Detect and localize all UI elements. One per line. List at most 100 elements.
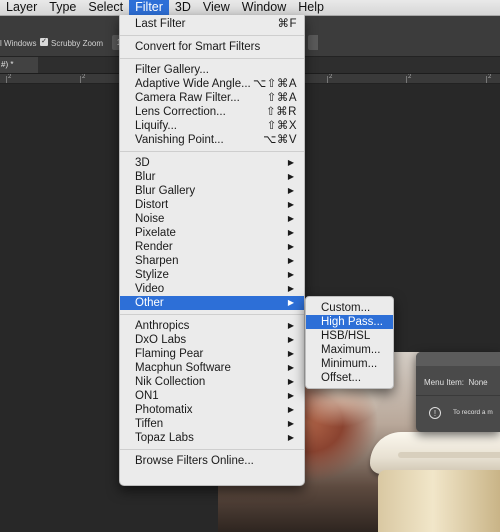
menu-item-render[interactable]: Render ▶	[120, 240, 304, 254]
menu-select[interactable]: Select	[82, 0, 129, 15]
submenu-item-maximum[interactable]: Maximum...	[306, 343, 393, 357]
menu-item-3d[interactable]: 3D ▶	[120, 156, 304, 170]
fit-screen-button[interactable]	[308, 35, 318, 50]
menu-item-label: Distort	[135, 199, 169, 211]
menu-help[interactable]: Help	[292, 0, 330, 15]
submenu-item-label: Offset...	[321, 372, 362, 384]
resize-windows-label: l Windows	[0, 39, 37, 48]
menu-item-pixelate[interactable]: Pixelate ▶	[120, 226, 304, 240]
menu-filter[interactable]: Filter	[129, 0, 169, 15]
menu-item-label: Noise	[135, 213, 165, 225]
menu-item-label: Pixelate	[135, 227, 176, 239]
menu-item-label: Vanishing Point...	[135, 134, 224, 146]
menu-item-label: Blur Gallery	[135, 185, 196, 197]
menu-item-label: Lens Correction...	[135, 106, 226, 118]
ruler-label: 2	[8, 74, 12, 80]
menu-item-noise[interactable]: Noise ▶	[120, 212, 304, 226]
filter-menu: Last Filter ⌘F Convert for Smart Filters Fi…	[119, 15, 305, 486]
submenu-item-high-pass[interactable]: High Pass...	[306, 315, 393, 329]
menu-item-distort[interactable]: Distort ▶	[120, 198, 304, 212]
submenu-item-minimum[interactable]: Minimum...	[306, 357, 393, 371]
menu-type[interactable]: Type	[43, 0, 82, 15]
dialog-info-text: To record a m	[453, 409, 493, 416]
menu-item-filter-gallery[interactable]: Filter Gallery...	[120, 63, 304, 77]
menu-separator	[120, 35, 304, 36]
menu-bar: Layer Type Select Filter 3D View Window …	[0, 0, 500, 16]
menu-item-convert-for-smart-filters[interactable]: Convert for Smart Filters	[120, 40, 304, 54]
menu-item-label: Macphun Software	[135, 362, 231, 374]
menu-separator	[120, 449, 304, 450]
menu-view[interactable]: View	[197, 0, 236, 15]
menu-separator	[120, 314, 304, 315]
submenu-arrow-icon: ▶	[287, 214, 294, 223]
menu-item-macphun-software[interactable]: Macphun Software ▶	[120, 361, 304, 375]
menu-item-video[interactable]: Video ▶	[120, 282, 304, 296]
menu-item-label: Nik Collection	[135, 376, 206, 388]
menu-separator	[120, 58, 304, 59]
menu-item-label: Last Filter	[135, 18, 186, 30]
submenu-item-label: HSB/HSL	[321, 330, 371, 342]
dialog-title-bar[interactable]	[416, 352, 500, 366]
menu-item-label: Tiffen	[135, 418, 164, 430]
other-submenu: Custom... High Pass... HSB/HSL Maximum... Mi…	[305, 296, 394, 389]
dialog-divider	[416, 395, 500, 396]
menu-item-label: Liquify...	[135, 120, 177, 132]
menu-item-flaming-pear[interactable]: Flaming Pear ▶	[120, 347, 304, 361]
menu-item-nik-collection[interactable]: Nik Collection ▶	[120, 375, 304, 389]
submenu-arrow-icon: ▶	[287, 391, 294, 400]
submenu-arrow-icon: ▶	[287, 158, 294, 167]
menu-item-label: Video	[135, 283, 165, 295]
menu-item-dxo-labs[interactable]: DxO Labs ▶	[120, 333, 304, 347]
menu-item-last-filter[interactable]: Last Filter ⌘F	[120, 17, 304, 31]
submenu-item-hsb-hsl[interactable]: HSB/HSL	[306, 329, 393, 343]
menu-item-liquify[interactable]: Liquify... ⇧⌘X	[120, 119, 304, 133]
menu-item-photomatix[interactable]: Photomatix ▶	[120, 403, 304, 417]
menu-item-label: 3D	[135, 157, 150, 169]
menu-item-camera-raw-filter[interactable]: Camera Raw Filter... ⇧⌘A	[120, 91, 304, 105]
menu-item-anthropics[interactable]: Anthropics ▶	[120, 319, 304, 333]
menu-item-browse-filters-online[interactable]: Browse Filters Online...	[120, 454, 304, 468]
menu-item-label: Camera Raw Filter...	[135, 92, 240, 104]
menu-item-label: Flaming Pear	[135, 348, 204, 360]
submenu-arrow-icon: ▶	[287, 186, 294, 195]
menu-item-shortcut: ⇧⌘R	[266, 106, 297, 118]
menu-item-lens-correction[interactable]: Lens Correction... ⇧⌘R	[120, 105, 304, 119]
menu-item-label: Photomatix	[135, 404, 193, 416]
menu-item-stylize[interactable]: Stylize ▶	[120, 268, 304, 282]
menu-item-label: Adaptive Wide Angle...	[135, 78, 251, 90]
menu-3d[interactable]: 3D	[169, 0, 197, 15]
menu-item-vanishing-point[interactable]: Vanishing Point... ⌥⌘V	[120, 133, 304, 147]
submenu-item-custom[interactable]: Custom...	[306, 301, 393, 315]
menu-item-blur-gallery[interactable]: Blur Gallery ▶	[120, 184, 304, 198]
menu-item-label: Blur	[135, 171, 156, 183]
menu-item-shortcut: ⌘F	[277, 18, 297, 30]
menu-item-label: ON1	[135, 390, 159, 402]
menu-item-topaz-labs[interactable]: Topaz Labs ▶	[120, 431, 304, 445]
menu-item-label: DxO Labs	[135, 334, 187, 346]
submenu-item-label: Minimum...	[321, 358, 378, 370]
menu-item-sharpen[interactable]: Sharpen ▶	[120, 254, 304, 268]
menu-layer[interactable]: Layer	[0, 0, 43, 15]
ruler-label: 2	[408, 74, 412, 80]
menu-item-shortcut: ⌥⇧⌘A	[252, 78, 297, 90]
menu-item-label: Other	[135, 297, 164, 309]
ruler-label: 2	[329, 74, 333, 80]
submenu-arrow-icon: ▶	[287, 419, 294, 428]
submenu-arrow-icon: ▶	[287, 405, 294, 414]
menu-separator	[120, 151, 304, 152]
menu-item-label: Menu Item: None	[424, 378, 488, 387]
document-tab[interactable]: #) *	[0, 57, 38, 73]
menu-item-label: Topaz Labs	[135, 432, 194, 444]
menu-item-blur[interactable]: Blur ▶	[120, 170, 304, 184]
scrubby-zoom-checkbox[interactable]: ✓	[40, 38, 48, 46]
submenu-arrow-icon: ▶	[287, 377, 294, 386]
menu-item-adaptive-wide-angle[interactable]: Adaptive Wide Angle... ⌥⇧⌘A	[120, 77, 304, 91]
submenu-arrow-icon: ▶	[287, 349, 294, 358]
menu-item-label: Filter Gallery...	[135, 64, 209, 76]
menu-item-on1[interactable]: ON1 ▶	[120, 389, 304, 403]
menu-item-other[interactable]: Other ▶	[120, 296, 304, 310]
submenu-item-label: Maximum...	[321, 344, 381, 356]
menu-item-tiffen[interactable]: Tiffen ▶	[120, 417, 304, 431]
submenu-item-offset[interactable]: Offset...	[306, 371, 393, 385]
menu-window[interactable]: Window	[236, 0, 292, 15]
